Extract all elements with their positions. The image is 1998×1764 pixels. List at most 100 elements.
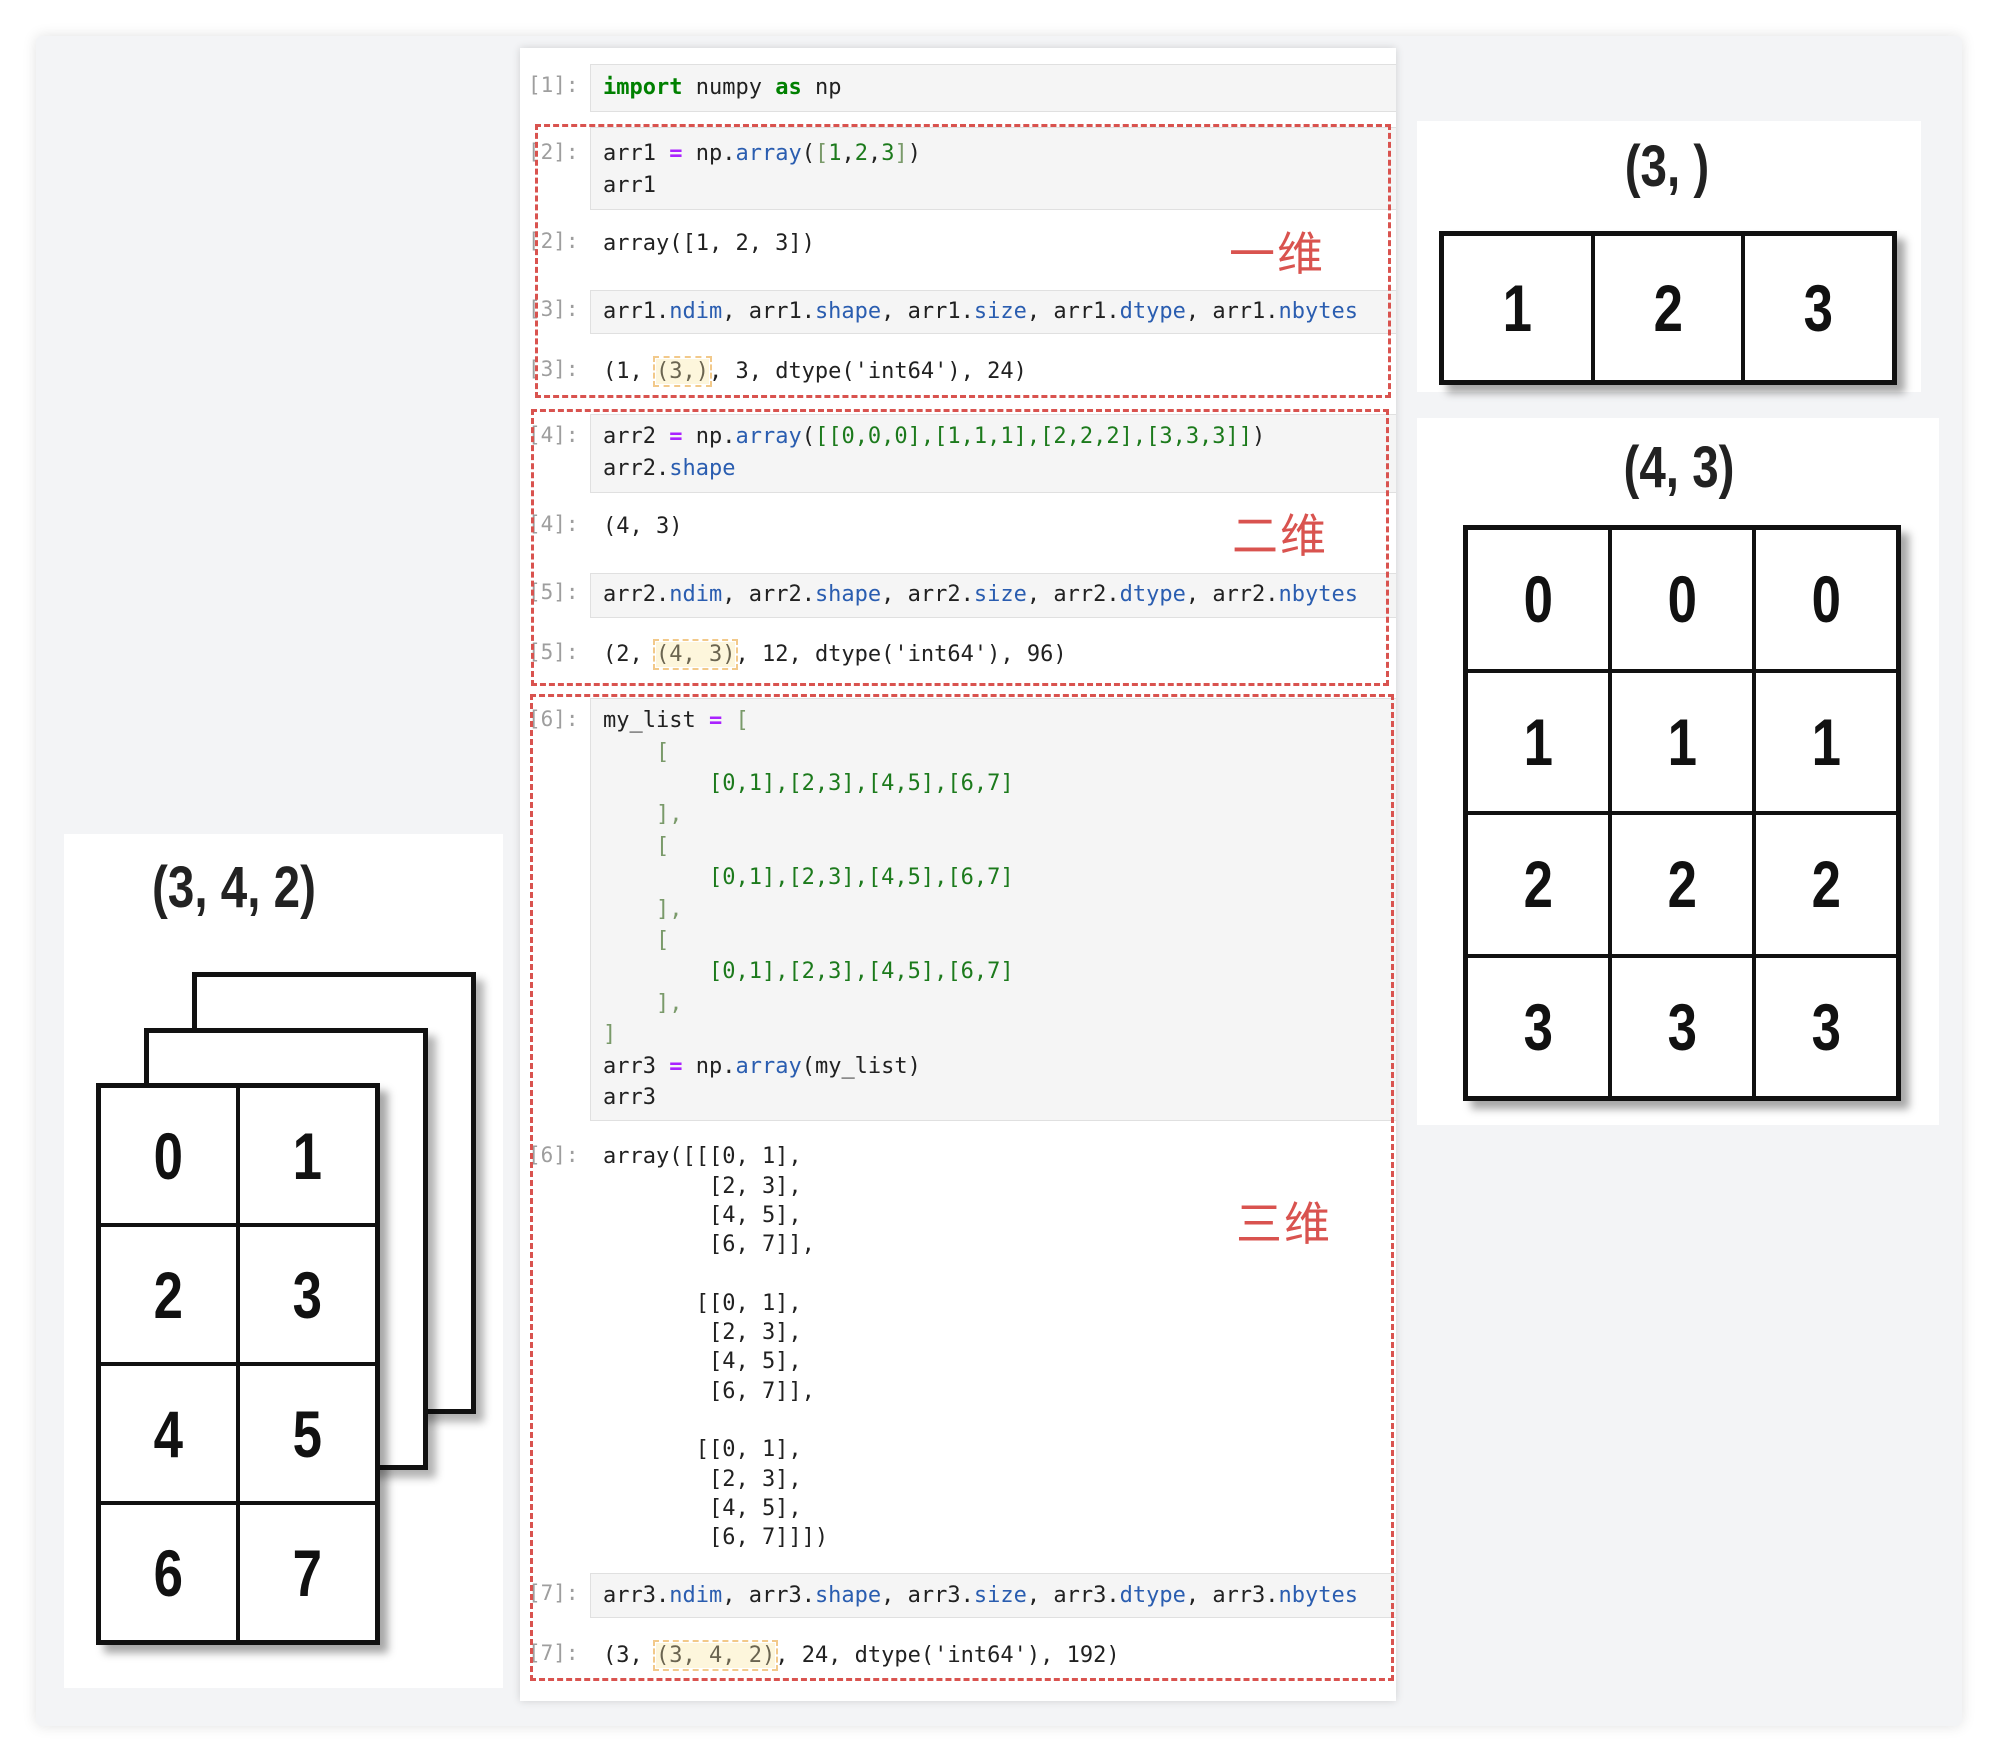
code-token: size — [973, 1582, 1027, 1608]
grid-cell-value: 1 — [1811, 704, 1841, 779]
code-token: [2, 3], — [603, 1173, 802, 1199]
code-line: [2, 3], — [603, 1465, 828, 1494]
grid-cell: 3 — [1468, 957, 1608, 1096]
code-token: [ — [735, 708, 749, 734]
code-token: arr1. — [603, 298, 670, 324]
diagram-2d-grid: 0 0 0 1 1 1 2 2 2 3 3 3 — [1463, 525, 1901, 1101]
shape-highlight: (4, 3) — [652, 638, 739, 670]
code-token: (1, — [603, 358, 656, 384]
grid-cell-value: 1 — [1523, 704, 1553, 779]
code-token: (2, — [603, 641, 656, 667]
code-token: [2, 3], — [603, 1320, 802, 1346]
code-token: , 12, dtype('int64'), 96) — [735, 641, 1067, 667]
input-cell[interactable]: [7]: arr3.ndim, arr3.shape, arr3.size, ar… — [520, 1573, 1396, 1618]
code-token: , arr3. — [1026, 1582, 1120, 1608]
code-token: [4, 5], — [603, 1202, 802, 1228]
code-token: , — [841, 141, 855, 166]
code-line: arr1 — [603, 170, 921, 202]
code-token: , arr2. — [722, 581, 815, 607]
diagram-1d-title: (3, ) — [1624, 134, 1710, 199]
code-line: [ — [603, 925, 1014, 956]
code-token: , arr2. — [881, 581, 974, 607]
cell-prompt: [1]: — [528, 73, 579, 97]
code-token: [[0,0,0],[1,1,1],[2,2,2],[3,3,3]] — [814, 424, 1253, 449]
grid-cell: 1 — [240, 1088, 375, 1223]
code-text: arr2.ndim, arr2.shape, arr2.size, arr2.d… — [603, 579, 1358, 610]
output-text: (4, 3) — [603, 511, 682, 542]
input-cell[interactable]: [1]: import numpy as np — [520, 64, 1396, 112]
code-token: np — [801, 74, 842, 100]
code-line: (3, (3, 4, 2), 24, dtype('int64'), 192) — [603, 1639, 1120, 1671]
code-token: my_list — [603, 708, 709, 734]
grid-cell: 0 — [1468, 530, 1608, 669]
code-token: [ — [655, 739, 670, 765]
code-token: ], — [655, 802, 683, 828]
code-line: [2, 3], — [603, 1172, 828, 1201]
code-token: ( — [801, 141, 815, 166]
grid-cell: 2 — [1756, 815, 1896, 954]
grid-cell: 2 — [1594, 236, 1742, 380]
code-token: nbytes — [1278, 581, 1359, 607]
cell-prompt: [2]: — [528, 140, 579, 164]
code-token: , arr3. — [881, 1582, 974, 1608]
grid-cell: 1 — [1468, 672, 1608, 811]
code-token: = — [669, 141, 683, 166]
code-token: , arr1. — [1185, 298, 1279, 324]
code-line: arr3.ndim, arr3.shape, arr3.size, arr3.d… — [603, 1580, 1358, 1611]
grid-cell-value: 3 — [1667, 989, 1697, 1064]
code-line: arr1 = np.array([1,2,3]) — [603, 138, 921, 170]
code-token: [ — [655, 928, 670, 954]
code-token: [4, 5], — [603, 1495, 802, 1521]
output-cell: [5]: (2, (4, 3), 12, dtype('int64'), 96) — [520, 638, 1396, 670]
code-token: nbytes — [1278, 1582, 1359, 1608]
code-line: [4, 5], — [603, 1347, 828, 1376]
code-line: array([1, 2, 3]) — [603, 228, 815, 259]
output-cell: [7]: (3, (3, 4, 2), 24, dtype('int64'), 1… — [520, 1639, 1396, 1671]
input-cell[interactable]: [2]: arr1 = np.array([1,2,3]) arr1 — [520, 127, 1396, 210]
grid-cell: 1 — [1612, 672, 1752, 811]
input-cell[interactable]: [5]: arr2.ndim, arr2.shape, arr2.size, ar… — [520, 573, 1396, 618]
grid-cell-value: 6 — [153, 1535, 184, 1610]
code-line: [ — [603, 831, 1014, 862]
code-text: my_list = [ [ [0,1],[2,3],[4,5],[6,7] ],… — [603, 705, 1014, 1113]
jupyter-notebook: [1]: import numpy as np [2]: arr1 = np.arra… — [520, 48, 1396, 1701]
grid-cell: 5 — [240, 1366, 375, 1501]
input-cell[interactable]: [3]: arr1.ndim, arr1.shape, arr1.size, ar… — [520, 290, 1396, 334]
code-token: , arr3. — [722, 1582, 815, 1608]
grid-cell-value: 1 — [292, 1118, 323, 1193]
grid-cell: 1 — [1756, 672, 1896, 811]
diagram-1d-panel: (3, ) 1 2 3 — [1417, 121, 1921, 392]
code-token: (3, — [603, 1642, 656, 1668]
code-token: array([[[0, 1], — [603, 1144, 802, 1170]
grid-cell-value: 2 — [1523, 847, 1553, 922]
code-token: [ — [814, 141, 829, 166]
grid-cell-value: 4 — [153, 1396, 184, 1471]
code-line: [6, 7]]]) — [603, 1523, 828, 1552]
code-token: arr1 — [603, 141, 670, 166]
code-token: , arr1. — [1026, 298, 1120, 324]
code-token: , arr2. — [1026, 581, 1120, 607]
code-token: shape — [814, 298, 882, 324]
grid-cell-value: 1 — [1502, 271, 1533, 345]
cell-prompt: [2]: — [528, 229, 579, 253]
grid-cell: 3 — [240, 1227, 375, 1362]
input-cell[interactable]: [4]: arr2 = np.array([[0,0,0],[1,1,1],[2,… — [520, 414, 1396, 493]
code-line: [4, 5], — [603, 1494, 828, 1523]
grid-cell-value: 2 — [153, 1257, 184, 1332]
cell-prompt: [3]: — [528, 297, 579, 321]
input-cell[interactable]: [6]: my_list = [ [ [0,1],[2,3],[4,5],[6,7… — [520, 698, 1396, 1121]
grid-cell-value: 5 — [292, 1396, 323, 1471]
grid-cell-value: 2 — [1667, 847, 1697, 922]
code-token: ], — [655, 896, 683, 922]
grid-cell-value: 2 — [1811, 847, 1841, 922]
code-token: ndim — [669, 298, 723, 324]
diagram-2d-panel: (4, 3) 0 0 0 1 1 1 2 2 2 3 3 3 — [1417, 418, 1939, 1125]
